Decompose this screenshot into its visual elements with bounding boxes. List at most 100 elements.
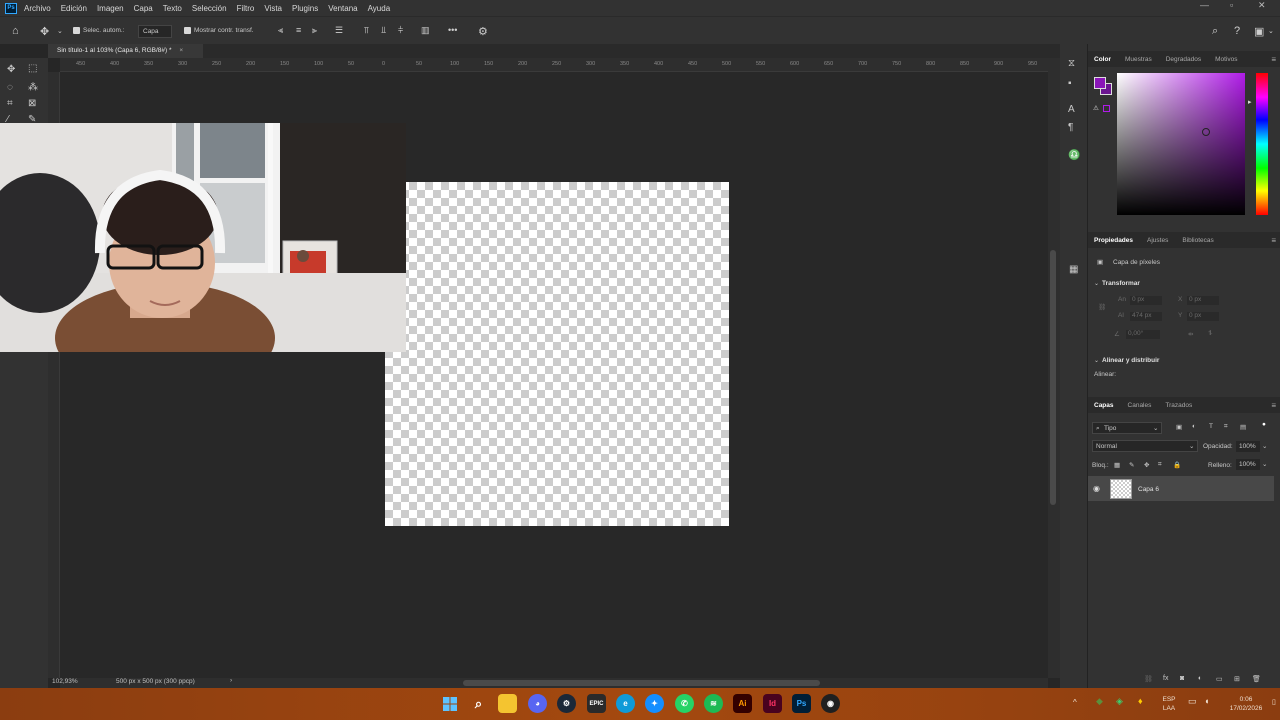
help-icon[interactable]: ? [1234, 25, 1240, 37]
align-section-title[interactable]: Alinear y distribuir [1102, 357, 1159, 364]
visibility-eye-icon[interactable]: ◉ [1093, 484, 1100, 493]
auto-select-dropdown[interactable]: Capa [138, 25, 172, 38]
filter-smart-object-icon[interactable]: ▤ [1240, 423, 1246, 431]
search-icon[interactable]: ⌕ [1212, 25, 1218, 38]
search-icon[interactable]: ⌕ [469, 694, 488, 713]
web-safe-swatch-icon[interactable] [1103, 105, 1110, 112]
filter-pixel-icon[interactable]: ▣ [1176, 423, 1182, 431]
workspace-icon[interactable]: ▣ [1254, 25, 1264, 38]
maximize-icon[interactable]: ▫ [1230, 0, 1233, 10]
hue-slider[interactable] [1256, 73, 1268, 215]
file-explorer-icon[interactable] [498, 694, 517, 713]
chevron-down-icon[interactable]: ⌄ [1262, 442, 1267, 450]
filter-shape-icon[interactable]: ⌗ [1224, 423, 1228, 431]
properties-icon[interactable]: ▦ [1069, 264, 1078, 275]
indesign-icon[interactable]: Id [763, 694, 782, 713]
paragraph-icon[interactable]: ¶ [1068, 122, 1073, 133]
layer-style-icon[interactable]: fx [1163, 675, 1168, 682]
color-picker-cursor[interactable] [1202, 128, 1210, 136]
epic-games-icon[interactable]: EPIC [587, 694, 606, 713]
align-left-icon[interactable]: ⫷ [278, 25, 283, 36]
history-icon[interactable]: ⧖ [1068, 58, 1075, 69]
menu-capa[interactable]: Capa [134, 4, 153, 13]
menu-vista[interactable]: Vista [264, 4, 282, 13]
y-field[interactable]: 0 px [1187, 312, 1219, 321]
menu-plugins[interactable]: Plugins [292, 4, 318, 13]
vertical-scroll-thumb[interactable] [1050, 250, 1056, 505]
comments-icon[interactable]: ▪ [1068, 78, 1072, 89]
discord-icon[interactable]: ◕ [528, 694, 547, 713]
transform-section-title[interactable]: Transformar [1102, 280, 1140, 287]
x-field[interactable]: 0 px [1187, 296, 1219, 305]
tab-color[interactable]: Color [1094, 56, 1111, 63]
tab-bibliotecas[interactable]: Bibliotecas [1182, 237, 1213, 244]
lock-transparency-icon[interactable]: ▦ [1114, 461, 1120, 469]
filter-toggle-icon[interactable]: ● [1262, 421, 1266, 428]
lock-image-icon[interactable]: ✎ [1129, 461, 1134, 469]
flip-vertical-icon[interactable]: ⥮ [1208, 330, 1213, 338]
photoshop-icon[interactable]: Ps [792, 694, 811, 713]
lasso-tool-icon[interactable]: ◌ [7, 82, 13, 93]
auto-select-checkbox[interactable]: Selec. autom.: [73, 27, 125, 34]
filter-text-icon[interactable]: T [1209, 423, 1213, 430]
panel-menu-icon[interactable]: ≡ [1271, 55, 1276, 64]
crop-tool-icon[interactable]: ⌗ [7, 98, 13, 109]
tray-overflow-icon[interactable]: ^ [1073, 698, 1077, 707]
spotify-icon[interactable]: ≋ [704, 694, 723, 713]
new-layer-icon[interactable]: ⊞ [1234, 675, 1240, 683]
link-layers-icon[interactable]: ⛓ [1144, 675, 1153, 683]
close-window-icon[interactable]: ✕ [1258, 0, 1266, 11]
chevron-down-icon[interactable]: ⌄ [1268, 27, 1274, 35]
width-field[interactable]: 0 px [1130, 296, 1162, 305]
move-tool-icon[interactable]: ✥ [40, 25, 49, 38]
steam-icon[interactable]: ⚙ [557, 694, 576, 713]
height-field[interactable]: 474 px [1130, 312, 1162, 321]
flip-horizontal-icon[interactable]: ⇹ [1188, 330, 1193, 338]
menu-ayuda[interactable]: Ayuda [368, 4, 391, 13]
distribute-vertical-icon[interactable]: ▥ [421, 25, 430, 36]
new-group-icon[interactable]: ▭ [1216, 675, 1223, 683]
tab-propiedades[interactable]: Propiedades [1094, 237, 1133, 244]
delete-layer-icon[interactable]: 🗑 [1252, 675, 1261, 683]
whatsapp-icon[interactable]: ✆ [675, 694, 694, 713]
notifications-icon[interactable]: ▯ [1272, 698, 1276, 707]
marquee-tool-icon[interactable]: ⬚ [28, 63, 37, 74]
tab-muestras[interactable]: Muestras [1125, 56, 1152, 63]
home-icon[interactable]: ⌂ [12, 25, 19, 37]
link-icon[interactable]: ⛓ [1098, 303, 1106, 311]
align-right-icon[interactable]: ⫸ [312, 25, 317, 36]
lock-artboard-icon[interactable]: ⌗ [1158, 461, 1162, 469]
document-canvas[interactable] [385, 182, 729, 526]
zoom-level[interactable]: 102,93% [52, 678, 78, 685]
menu-texto[interactable]: Texto [163, 4, 182, 13]
fill-field[interactable]: 100% [1236, 459, 1260, 470]
magic-wand-tool-icon[interactable]: ⁂ [28, 82, 38, 93]
chevron-down-icon[interactable]: ⌄ [57, 27, 63, 35]
clock[interactable]: 0:06 17/02/2026 [1222, 695, 1270, 713]
language-indicator[interactable]: ESP LAA [1158, 695, 1180, 713]
edge-icon[interactable]: e [616, 694, 635, 713]
volume-icon[interactable]: ◖ [1204, 697, 1209, 706]
align-center-icon[interactable]: ≡ [296, 25, 301, 35]
color-picker-field[interactable] [1117, 73, 1245, 215]
move-tool-icon[interactable]: ✥ [7, 64, 15, 75]
foreground-color-swatch[interactable] [1094, 77, 1106, 89]
tray-shield-icon[interactable]: ◈ [1116, 697, 1123, 706]
illustrator-icon[interactable]: Ai [733, 694, 752, 713]
tray-app-icon[interactable]: ◆ [1096, 697, 1103, 706]
menu-edicion[interactable]: Edición [61, 4, 87, 13]
filter-adjustment-icon[interactable]: ◐ [1192, 423, 1196, 430]
panel-menu-icon[interactable]: ≡ [1271, 236, 1276, 245]
tab-ajustes[interactable]: Ajustes [1147, 237, 1168, 244]
character-icon[interactable]: A [1068, 104, 1075, 115]
lock-all-icon[interactable]: 🔒 [1173, 461, 1181, 469]
tab-degradados[interactable]: Degradados [1166, 56, 1201, 63]
close-tab-icon[interactable]: × [179, 47, 183, 54]
hue-slider-handle-icon[interactable]: ▸ [1248, 98, 1252, 106]
battle-net-icon[interactable]: ✦ [645, 694, 664, 713]
tab-capas[interactable]: Capas [1094, 402, 1114, 409]
glyphs-icon[interactable]: ♎ [1068, 150, 1080, 161]
lock-position-icon[interactable]: ✥ [1144, 461, 1149, 469]
panel-menu-icon[interactable]: ≡ [1271, 401, 1276, 410]
chevron-down-icon[interactable]: ⌄ [1094, 357, 1099, 364]
